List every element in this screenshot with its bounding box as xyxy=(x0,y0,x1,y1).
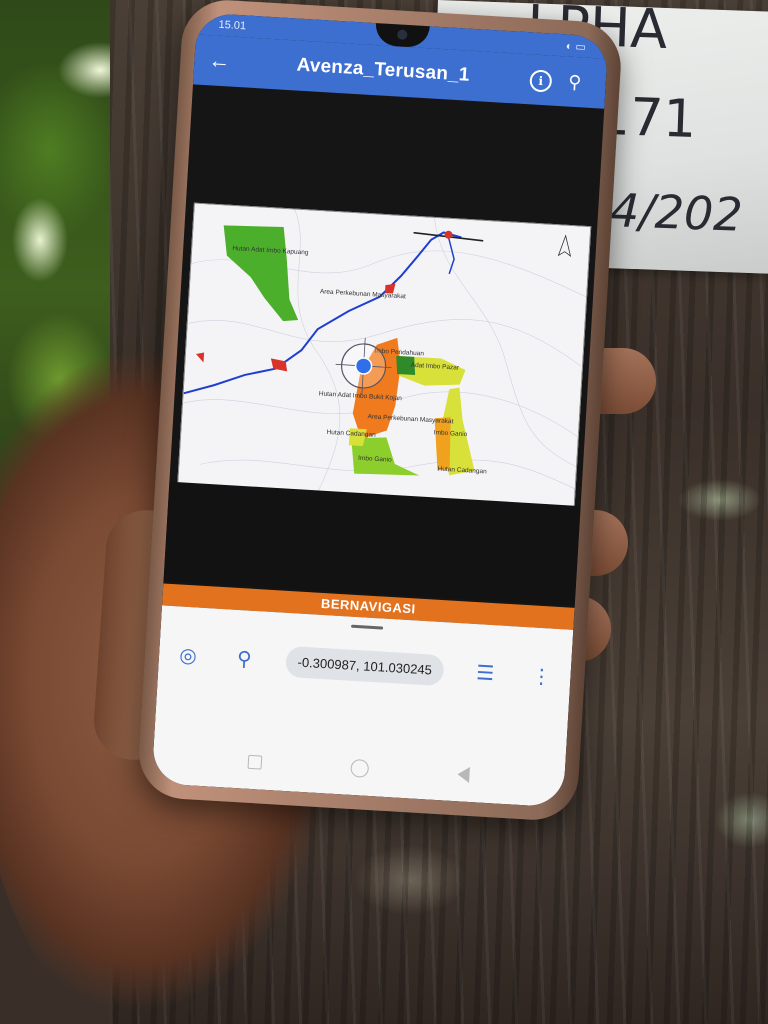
placemark-list-icon[interactable]: ☰ xyxy=(469,657,501,689)
info-icon: i xyxy=(529,68,553,93)
search-icon[interactable]: ⚲ xyxy=(557,70,592,93)
smartphone: 15.01 ◐ ▭ ← Avenza_Terusan_1 i ⚲ Hutan A… xyxy=(136,0,624,823)
bottom-panel: ◎ ⚲ -0.300987, 101.030245 ☰ ⋮ xyxy=(151,605,574,808)
back-arrow-icon[interactable]: ← xyxy=(208,47,243,75)
home-button[interactable] xyxy=(350,758,370,778)
coordinates-readout[interactable]: -0.300987, 101.030245 xyxy=(284,645,445,686)
map-title: Avenza_Terusan_1 xyxy=(296,54,471,86)
map-view[interactable]: Hutan Adat Imbo Kapuang Area Perkebunan … xyxy=(177,202,592,508)
phone-screen: 15.01 ◐ ▭ ← Avenza_Terusan_1 i ⚲ Hutan A… xyxy=(151,12,609,808)
panel-drag-handle[interactable] xyxy=(351,624,384,630)
locate-me-icon[interactable]: ◎ xyxy=(172,639,204,671)
info-button[interactable]: i xyxy=(523,67,558,93)
status-time: 15.01 xyxy=(218,18,247,33)
map-canvas[interactable]: Hutan Adat Imbo Kapuang Area Perkebunan … xyxy=(178,203,591,507)
status-icons: ◐ ▭ xyxy=(565,39,587,54)
system-back-button[interactable] xyxy=(457,766,471,783)
bottom-toolbar: ◎ ⚲ -0.300987, 101.030245 ☰ ⋮ xyxy=(158,631,572,699)
recents-button[interactable] xyxy=(247,754,262,770)
drop-pin-icon[interactable]: ⚲ xyxy=(229,643,261,675)
more-options-icon[interactable]: ⋮ xyxy=(526,660,558,692)
system-navigation-bar xyxy=(152,741,565,795)
current-location-icon xyxy=(354,357,373,375)
